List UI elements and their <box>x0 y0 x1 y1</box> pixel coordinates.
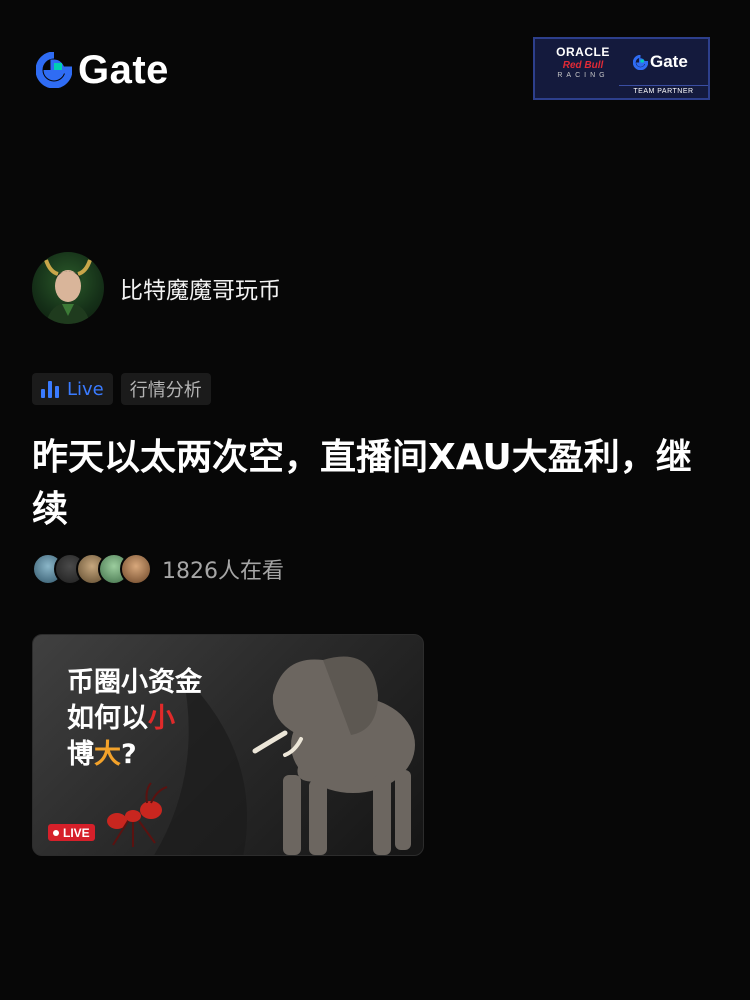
author-name[interactable]: 比特魔魔哥玩币 <box>120 271 281 305</box>
live-badge-label: LIVE <box>63 825 90 840</box>
avatar-icon[interactable] <box>32 252 104 324</box>
gate-small-text: Gate <box>650 52 688 71</box>
viewer-avatar <box>120 553 152 585</box>
viewer-avatars <box>32 553 152 585</box>
category-tag-label: 行情分析 <box>129 380 202 401</box>
cover-line-3-suffix: ? <box>121 739 137 770</box>
live-dot-icon <box>53 829 59 836</box>
post-title[interactable]: 昨天以太两次空，直播间XAU大盈利，继续 <box>32 432 722 536</box>
gate-logo-text: Gate <box>78 48 169 92</box>
cover-line-3-prefix: 博 <box>67 739 94 770</box>
live-badge: LIVE <box>48 824 95 841</box>
redbull-label: Red Bull <box>562 60 604 71</box>
cover-line-1: 币圈小资金 <box>67 667 202 698</box>
cover-headline: 币圈小资金 如何以小 博大? <box>67 665 202 773</box>
viewer-count: 1826人在看 <box>162 559 284 584</box>
stream-cover[interactable]: 币圈小资金 如何以小 博大? LIVE <box>32 634 424 856</box>
team-partner-label: TEAM PARTNER <box>619 85 708 98</box>
cover-line-2-prefix: 如何以 <box>67 703 148 734</box>
gate-logo[interactable]: Gate <box>36 50 169 90</box>
author-row[interactable]: 比特魔魔哥玩币 <box>32 252 281 324</box>
live-tag-label: Live <box>67 378 104 400</box>
tag-row: Live 行情分析 <box>32 373 211 405</box>
gate-small-icon <box>633 54 648 70</box>
bar-chart-icon <box>41 380 59 398</box>
team-partner-badge: ORACLE Red Bull RACING Gate TEAM PARTNER <box>533 37 710 100</box>
live-tag[interactable]: Live <box>32 373 113 405</box>
gate-logo-icon <box>36 52 72 88</box>
racing-label: RACING <box>557 72 609 79</box>
cover-highlight-small: 小 <box>148 703 175 734</box>
viewers-row: 1826人在看 <box>32 553 284 585</box>
category-tag[interactable]: 行情分析 <box>120 373 211 405</box>
cover-highlight-big: 大 <box>94 739 121 770</box>
cover-line-3: 博大? <box>67 737 202 773</box>
oracle-label: ORACLE <box>556 45 610 59</box>
cover-line-2: 如何以小 <box>67 701 202 737</box>
